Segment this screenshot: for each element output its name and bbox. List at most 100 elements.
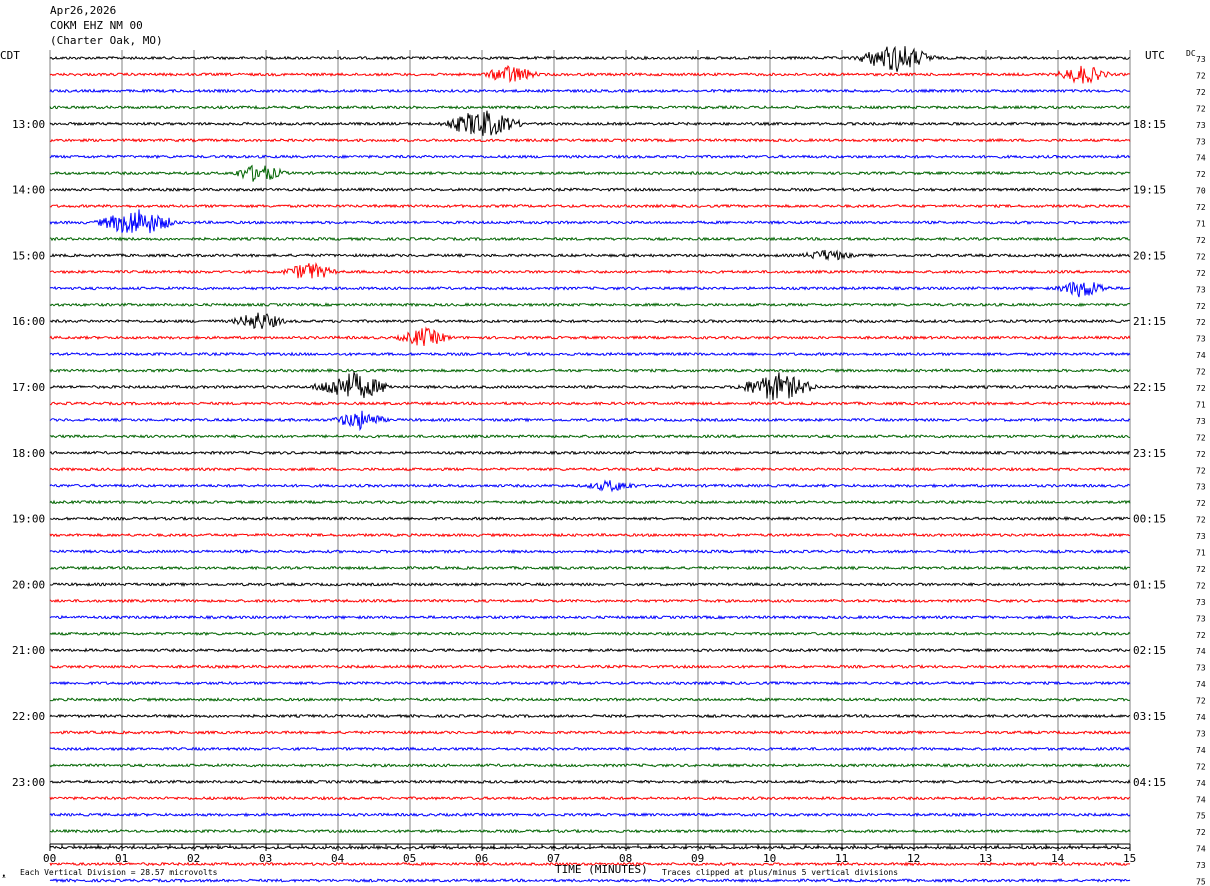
seismic-trace [49,828,1131,834]
dc-offset-label: 72 [1196,466,1206,475]
seismic-trace [49,262,1131,279]
right-hour-label: 03:15 [1133,710,1166,723]
dc-offset-label: 72 [1196,302,1206,311]
dc-offset-label: 72 [1196,581,1206,590]
seismic-trace [49,186,1131,193]
seismic-trace [49,532,1131,538]
x-tick-label: 03 [259,852,272,865]
dc-offset-label: 72 [1196,516,1206,525]
dc-offset-label: 75 [1196,812,1206,821]
seismic-trace [49,368,1131,374]
seismic-trace [49,64,1131,84]
x-tick-label: 00 [43,852,56,865]
dc-offset-label: 74 [1196,845,1206,854]
dc-offset-label: 74 [1196,351,1206,360]
seismic-trace [49,631,1131,637]
seismic-trace [49,598,1131,604]
dc-offset-label: 72 [1196,170,1206,179]
x-tick-label: 15 [1123,852,1136,865]
dc-offset-label: 73 [1196,614,1206,623]
dc-offset-label: 73 [1196,532,1206,541]
seismic-trace [49,466,1131,472]
dc-offset-label: 72 [1196,697,1206,706]
vertical-division-note: Each Vertical Division = 28.57 microvolt… [20,868,218,877]
seismic-trace [49,370,1131,401]
seismic-trace [50,249,1131,262]
seismogram-chart: 00 01 02 03 04 05 06 07 08 09 10 11 12 13 14 1573727272… [2,45,1206,886]
dc-offset-label: 72 [1196,762,1206,771]
seismic-trace [50,515,1131,522]
dc-offset-label: 73 [1196,664,1206,673]
seismic-trace [49,203,1131,209]
seismic-trace [49,450,1131,456]
left-hour-label: 16:00 [12,315,45,328]
x-tick-label: 12 [907,852,920,865]
left-hour-label: 18:00 [12,447,45,460]
seismic-trace [49,729,1131,736]
dc-offset-label: 74 [1196,154,1206,163]
dc-offset-label: 74 [1196,647,1206,656]
seismic-trace [49,878,1131,884]
dc-offset-label: 72 [1196,88,1206,97]
left-hour-label: 17:00 [12,381,45,394]
dc-offset-label: 74 [1196,779,1206,788]
dc-offset-label: 73 [1196,598,1206,607]
right-hour-label: 01:15 [1133,578,1166,591]
seismic-trace [49,614,1131,620]
trace-lines [49,45,1131,884]
x-axis-label: TIME (MINUTES) [555,863,648,876]
dc-offset-label: 73 [1196,417,1206,426]
seismic-trace [49,209,1131,234]
dc-offset-label: 73 [1196,861,1206,870]
right-hour-label: 19:15 [1133,184,1166,197]
left-hour-label: 19:00 [12,513,45,526]
seismic-trace [49,351,1131,357]
seismic-trace [49,137,1131,143]
dc-offset-label: 72 [1196,450,1206,459]
seismic-trace [49,713,1131,719]
left-hour-label: 22:00 [12,710,45,723]
seismic-trace [49,581,1131,587]
dc-offset-label: 72 [1196,499,1206,508]
x-tick-label: 06 [475,852,488,865]
x-tick-label: 01 [115,852,128,865]
seismic-trace [49,779,1131,785]
seismic-trace [49,302,1131,308]
dc-offset-label: 74 [1196,795,1206,804]
dc-offset-label: 73 [1196,55,1206,64]
seismic-trace [49,410,1131,432]
seismic-trace [49,45,1131,72]
seismic-trace [49,326,1131,346]
dc-offset-label: 72 [1196,828,1206,837]
dc-offset-label: 73 [1196,137,1206,146]
seismic-trace [49,154,1131,160]
right-hour-label: 18:15 [1133,118,1166,131]
dc-offset-label: 72 [1196,565,1206,574]
seismic-trace [49,312,1131,330]
seismic-trace [49,565,1130,571]
dc-offset-label: 72 [1196,368,1206,377]
x-tick-label: 02 [187,852,200,865]
left-hour-label: 13:00 [12,118,45,131]
dc-offset-label: 73 [1196,483,1206,492]
seismic-trace [49,812,1131,818]
dc-offset-label: 71 [1196,549,1206,558]
dc-offset-label: 72 [1196,252,1206,261]
dc-offset-label: 71 [1196,220,1206,229]
x-tick-label: 10 [763,852,776,865]
clip-note: Traces clipped at plus/minus 5 vertical … [662,868,898,877]
dc-offset-label: 70 [1196,187,1206,196]
x-tick-label: 14 [1051,852,1065,865]
dc-offset-label: 72 [1196,631,1206,640]
dc-offset-label: 72 [1196,318,1206,327]
right-hour-label: 22:15 [1133,381,1166,394]
right-hour-label: 00:15 [1133,513,1166,526]
seismic-trace [49,433,1131,439]
right-hour-label: 20:15 [1133,249,1166,262]
dc-offset-label: 73 [1196,121,1206,130]
seismic-trace [49,400,1131,406]
right-hour-label: 04:15 [1133,776,1166,789]
seismic-trace [49,499,1131,505]
seismic-trace [49,795,1131,801]
right-hour-label: 23:15 [1133,447,1166,460]
